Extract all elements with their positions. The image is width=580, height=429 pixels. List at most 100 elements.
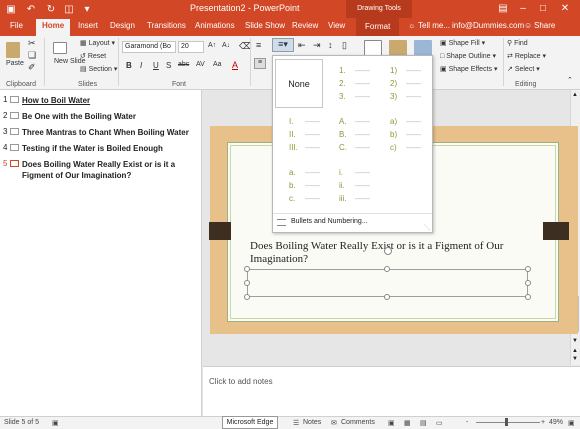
change-case-button[interactable]: Aa (213, 61, 222, 68)
numbering-option-roman-upper[interactable]: I. —— II. —— III. —— (289, 115, 337, 154)
resize-handle[interactable] (244, 294, 250, 300)
increase-indent-icon[interactable]: ⇥ (313, 40, 321, 51)
rotate-handle[interactable] (384, 247, 392, 255)
section-button[interactable]: ▤ Section ▾ (80, 65, 117, 73)
tab-review[interactable]: Review (292, 21, 318, 30)
find-button[interactable]: ⚲ Find (507, 39, 528, 47)
notes-pane[interactable]: Click to add notes (203, 366, 580, 416)
format-painter-icon[interactable]: ✐ (28, 62, 36, 73)
next-slide-icon[interactable]: ▼ (572, 356, 578, 362)
decrease-font-icon[interactable]: A↓ (222, 42, 230, 49)
slide-sorter-icon[interactable]: ▦ (404, 419, 411, 427)
reading-view-icon[interactable]: ▤ (420, 419, 427, 427)
resize-handle[interactable] (525, 294, 531, 300)
tell-me-box[interactable]: Tell me... (418, 21, 450, 30)
numbering-none-option[interactable]: None (275, 59, 323, 108)
zoom-in-button[interactable]: + (541, 419, 545, 426)
paste-icon[interactable] (6, 42, 20, 58)
italic-button[interactable]: I (140, 61, 142, 70)
numbering-option-roman-lower[interactable]: i. —— ii. —— iii. —— (339, 166, 387, 205)
maximize-icon[interactable]: □ (536, 2, 550, 16)
bullets-and-numbering-item[interactable]: Bullets and Numbering... (273, 213, 432, 231)
resize-handle[interactable] (384, 294, 390, 300)
font-name-box[interactable]: Garamond (Bo (122, 41, 176, 53)
tab-insert[interactable]: Insert (78, 21, 98, 30)
collapse-ribbon-icon[interactable]: ⌃ (567, 76, 573, 84)
close-icon[interactable]: ✕ (558, 2, 572, 16)
numbering-option-arabic-period[interactable]: 1. —— 2. —— 3. —— (339, 64, 387, 103)
increase-font-icon[interactable]: A↑ (208, 42, 216, 49)
shape-outline-button[interactable]: □ Shape Outline ▾ (440, 52, 496, 60)
resize-handle[interactable] (244, 266, 250, 272)
line-spacing-icon[interactable]: ↕ (328, 40, 333, 50)
start-from-beginning-icon[interactable]: ◫ (62, 2, 76, 16)
resize-handle[interactable] (525, 280, 531, 286)
numbering-option-arabic-paren[interactable]: 1) —— 2) —— 3) —— (390, 64, 438, 103)
zoom-out-button[interactable]: - (466, 419, 468, 426)
spelling-icon[interactable]: ▣ (52, 419, 59, 427)
resize-grip-icon[interactable]: ⋱ (424, 224, 430, 231)
character-spacing-button[interactable]: AV (196, 61, 205, 68)
tab-view[interactable]: View (328, 21, 345, 30)
tab-file[interactable]: File (10, 21, 23, 30)
slide-show-icon[interactable]: ▭ (436, 419, 443, 427)
tab-slide-show[interactable]: Slide Show (245, 21, 285, 30)
previous-slide-icon[interactable]: ▲ (572, 348, 578, 354)
align-left-icon[interactable]: ≡ (254, 58, 266, 69)
reset-button[interactable]: ↺ Reset (80, 52, 106, 60)
resize-handle[interactable] (244, 280, 250, 286)
resize-handle[interactable] (525, 266, 531, 272)
fit-to-window-icon[interactable]: ▣ (568, 419, 575, 427)
content-placeholder[interactable] (247, 269, 528, 297)
strikethrough-button[interactable]: abc (178, 61, 189, 68)
underline-button[interactable]: U (153, 61, 159, 70)
numbering-option-alpha-upper[interactable]: A. —— B. —— C. —— (339, 115, 387, 154)
tab-home[interactable]: Home (36, 19, 71, 36)
decrease-indent-icon[interactable]: ⇤ (298, 40, 306, 51)
new-slide-icon[interactable] (53, 42, 67, 54)
replace-button[interactable]: ⇄ Replace ▾ (507, 52, 546, 60)
font-size-box[interactable]: 20 (178, 41, 204, 53)
shadow-button[interactable]: S (166, 61, 171, 70)
scroll-up-icon[interactable]: ▲ (572, 92, 578, 98)
numbering-option-alpha-lower-paren[interactable]: a) —— b) —— c) —— (390, 115, 438, 154)
tab-transitions[interactable]: Transitions (147, 21, 186, 30)
normal-view-icon[interactable]: ▣ (388, 419, 395, 427)
paste-button[interactable]: Paste (6, 60, 24, 67)
layout-button[interactable]: ▦ Layout ▾ (80, 39, 115, 47)
numbering-option-alpha-lower-period[interactable]: a. —— b. —— c. —— (289, 166, 337, 205)
zoom-slider-thumb[interactable] (505, 418, 508, 426)
resize-handle[interactable] (384, 266, 390, 272)
undo-icon[interactable]: ↶ (24, 2, 38, 16)
shape-fill-button[interactable]: ▣ Shape Fill ▾ (440, 39, 485, 47)
select-button[interactable]: ↗ Select ▾ (507, 65, 540, 73)
save-icon[interactable]: ▣ (4, 2, 18, 16)
ribbon-display-options-icon[interactable]: ▤ (496, 2, 510, 16)
taskbar-microsoft-edge[interactable]: Microsoft Edge (222, 416, 278, 429)
scroll-down-icon[interactable]: ▼ (572, 338, 578, 344)
bold-button[interactable]: B (126, 61, 132, 70)
slide-title[interactable]: Does Boiling Water Really Exist or is it… (250, 240, 540, 266)
arrange-icon[interactable] (389, 40, 407, 56)
tab-format[interactable]: Format (356, 18, 400, 36)
shapes-icon[interactable] (364, 40, 382, 56)
tab-animations[interactable]: Animations (195, 21, 235, 30)
minimize-icon[interactable]: – (516, 2, 530, 16)
copy-icon[interactable]: ❏ (28, 50, 36, 61)
account-name[interactable]: info@Dummies.com (452, 21, 524, 30)
zoom-slider-track[interactable] (476, 422, 540, 423)
font-color-button[interactable]: A (232, 60, 238, 70)
numbering-icon[interactable]: ≡▾ (272, 38, 294, 52)
comments-button[interactable]: Comments (341, 419, 375, 426)
columns-icon[interactable]: ▯ (342, 40, 347, 51)
share-button[interactable]: Share (534, 21, 555, 30)
zoom-level[interactable]: 49% (549, 419, 563, 426)
cut-icon[interactable]: ✂ (28, 38, 36, 49)
bullets-icon[interactable]: ≡ (256, 40, 261, 50)
notes-button[interactable]: Notes (303, 419, 321, 426)
customize-quick-access-icon[interactable]: ▾ (80, 2, 94, 16)
quick-styles-icon[interactable] (414, 40, 432, 56)
redo-icon[interactable]: ↻ (44, 2, 58, 16)
tab-design[interactable]: Design (110, 21, 135, 30)
shape-effects-button[interactable]: ▣ Shape Effects ▾ (440, 65, 498, 73)
